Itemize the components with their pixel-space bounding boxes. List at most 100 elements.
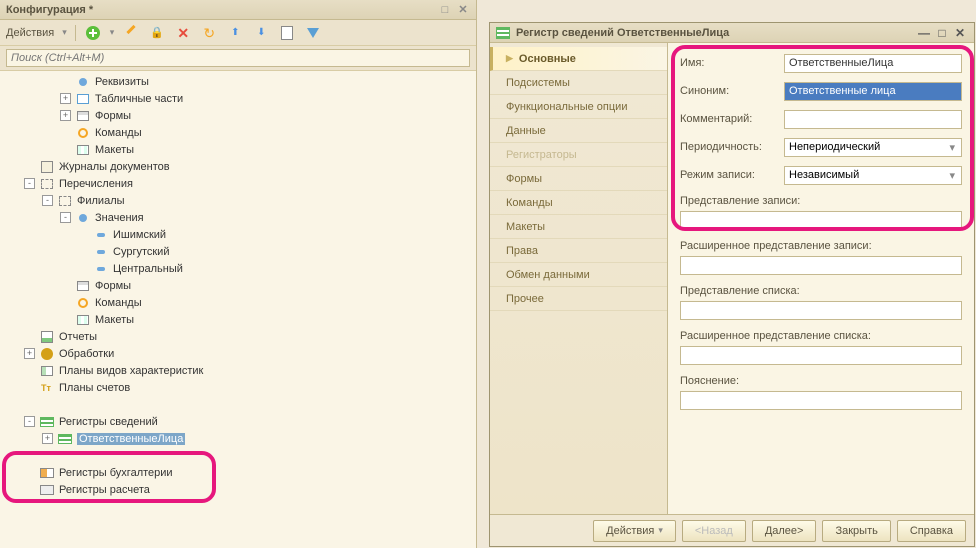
- tree-item[interactable]: Команды: [0, 124, 476, 141]
- minimize-icon[interactable]: —: [916, 26, 932, 40]
- record-ext-pres-label: Расширенное представление записи:: [680, 240, 962, 252]
- tree-item[interactable]: Реквизиты: [0, 73, 476, 90]
- tree-item[interactable]: + Табличные части: [0, 90, 476, 107]
- expand-toggle[interactable]: +: [60, 93, 71, 104]
- tab-Права[interactable]: Права: [490, 239, 667, 263]
- tree-item[interactable]: Сургутский: [0, 243, 476, 260]
- tree-item[interactable]: Регистры бухгалтерии: [0, 464, 476, 481]
- record-pres-field[interactable]: [680, 211, 962, 230]
- tab-Данные[interactable]: Данные: [490, 119, 667, 143]
- expand-toggle[interactable]: -: [60, 212, 71, 223]
- tree-item[interactable]: -Филиалы: [0, 192, 476, 209]
- add-button[interactable]: [84, 24, 102, 42]
- tree-item[interactable]: - Значения: [0, 209, 476, 226]
- expand-toggle[interactable]: -: [24, 416, 35, 427]
- tree-item[interactable]: + ОтветственныеЛица: [0, 430, 476, 447]
- tree-item[interactable]: [0, 396, 476, 413]
- filter-button[interactable]: [304, 24, 322, 42]
- tree-item-label: Табличные части: [95, 93, 183, 105]
- tab-Обмен данными[interactable]: Обмен данными: [490, 263, 667, 287]
- config-panel: Конфигурация * □ ✕ Действия ▾ ▾ 🔒 ✕ ↻ ⬆ …: [0, 0, 477, 548]
- tab-Функциональные опции[interactable]: Функциональные опции: [490, 95, 667, 119]
- periodicity-select[interactable]: Непериодический▾: [784, 138, 962, 157]
- dialog-tabs: ▶ОсновныеПодсистемыФункциональные опцииД…: [490, 43, 668, 514]
- dot-icon: [75, 75, 91, 89]
- chevron-down-icon[interactable]: ▾: [947, 169, 957, 182]
- expand-toggle: [60, 280, 71, 291]
- folder-icon: [93, 245, 109, 259]
- tab-label: Права: [506, 245, 538, 257]
- tab-Подсистемы[interactable]: Подсистемы: [490, 71, 667, 95]
- reg-info-icon: [57, 432, 73, 446]
- name-field[interactable]: [784, 54, 962, 73]
- comment-field[interactable]: [784, 110, 962, 129]
- expand-toggle[interactable]: +: [24, 348, 35, 359]
- tree-item[interactable]: Ишимский: [0, 226, 476, 243]
- tree-item-label: Макеты: [95, 144, 134, 156]
- refresh-button[interactable]: ↻: [200, 24, 218, 42]
- edit-button[interactable]: [122, 24, 140, 42]
- dot-icon: [75, 211, 91, 225]
- actions-menu[interactable]: Действия: [6, 27, 54, 39]
- tab-label: Основные: [519, 53, 576, 65]
- synonym-field[interactable]: [784, 82, 962, 101]
- lock-icon[interactable]: 🔒: [148, 24, 166, 42]
- form-icon: [75, 109, 91, 123]
- help-button[interactable]: Справка: [897, 520, 966, 542]
- tree-item[interactable]: Регистры расчета: [0, 481, 476, 498]
- move-up-button[interactable]: ⬆: [226, 24, 244, 42]
- explanation-field[interactable]: [680, 391, 962, 410]
- tab-Формы[interactable]: Формы: [490, 167, 667, 191]
- delete-button[interactable]: ✕: [174, 24, 192, 42]
- tree-item-label: Регистры расчета: [59, 484, 150, 496]
- page-button[interactable]: [278, 24, 296, 42]
- tab-Команды[interactable]: Команды: [490, 191, 667, 215]
- tree-item[interactable]: +Формы: [0, 107, 476, 124]
- close-icon[interactable]: ✕: [456, 3, 470, 17]
- actions-button[interactable]: Действия: [593, 520, 676, 542]
- tree-item[interactable]: +Обработки: [0, 345, 476, 362]
- move-down-button[interactable]: ⬇: [252, 24, 270, 42]
- expand-toggle[interactable]: +: [42, 433, 53, 444]
- close-button[interactable]: Закрыть: [822, 520, 890, 542]
- tree-item[interactable]: Команды: [0, 294, 476, 311]
- expand-toggle: [24, 450, 35, 461]
- tree-item-label: Перечисления: [59, 178, 133, 190]
- expand-toggle[interactable]: -: [24, 178, 35, 189]
- tree-item[interactable]: - Перечисления: [0, 175, 476, 192]
- list-ext-pres-field[interactable]: [680, 346, 962, 365]
- tree-item[interactable]: Центральный: [0, 260, 476, 277]
- tree-item[interactable]: [0, 447, 476, 464]
- list-pres-field[interactable]: [680, 301, 962, 320]
- writemode-label: Режим записи:: [680, 169, 784, 181]
- tab-Прочее[interactable]: Прочее: [490, 287, 667, 311]
- pin-icon[interactable]: □: [438, 3, 452, 17]
- tree-item-label: ОтветственныеЛица: [77, 433, 185, 445]
- config-tree[interactable]: Реквизиты+Табличные части+ФормыКомандыМа…: [0, 71, 476, 548]
- tree-item[interactable]: Планы видов характеристик: [0, 362, 476, 379]
- tab-Регистраторы[interactable]: Регистраторы: [490, 143, 667, 167]
- tree-item-label: Значения: [95, 212, 144, 224]
- tree-item[interactable]: ТтПланы счетов: [0, 379, 476, 396]
- writemode-select[interactable]: Независимый▾: [784, 166, 962, 185]
- journal-icon: [39, 160, 55, 174]
- back-button[interactable]: <Назад: [682, 520, 746, 542]
- tree-item[interactable]: Макеты: [0, 141, 476, 158]
- record-ext-pres-field[interactable]: [680, 256, 962, 275]
- tree-item[interactable]: Отчеты: [0, 328, 476, 345]
- tab-Макеты[interactable]: Макеты: [490, 215, 667, 239]
- expand-toggle[interactable]: +: [60, 110, 71, 121]
- chevron-down-icon[interactable]: ▾: [947, 141, 957, 154]
- search-input[interactable]: [6, 49, 470, 67]
- expand-toggle[interactable]: -: [42, 195, 53, 206]
- tab-Основные[interactable]: ▶Основные: [490, 47, 667, 71]
- expand-toggle: [60, 127, 71, 138]
- list-pres-label: Представление списка:: [680, 285, 962, 297]
- tree-item[interactable]: Формы: [0, 277, 476, 294]
- close-icon[interactable]: ✕: [952, 26, 968, 40]
- tree-item[interactable]: Журналы документов: [0, 158, 476, 175]
- tree-item[interactable]: -Регистры сведений: [0, 413, 476, 430]
- maximize-icon[interactable]: □: [934, 26, 950, 40]
- tree-item[interactable]: Макеты: [0, 311, 476, 328]
- next-button[interactable]: Далее>: [752, 520, 817, 542]
